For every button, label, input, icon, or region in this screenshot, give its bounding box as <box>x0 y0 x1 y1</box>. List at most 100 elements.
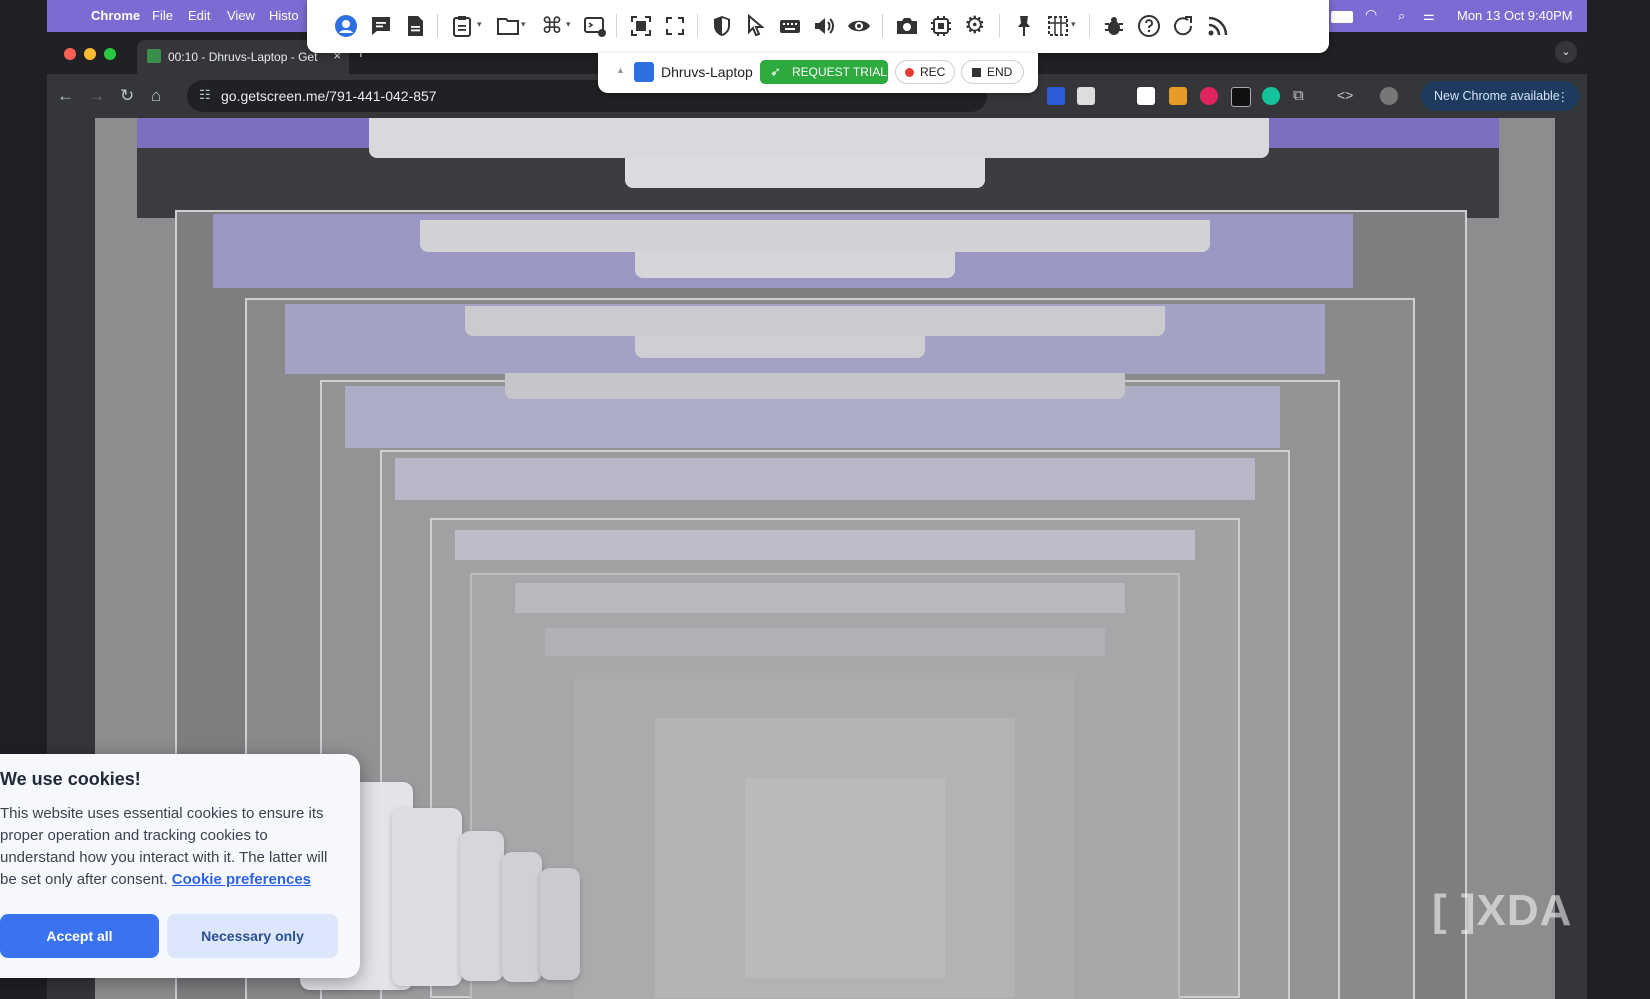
extension-6-icon[interactable] <box>1231 87 1251 107</box>
bug-icon[interactable] <box>1102 14 1126 38</box>
shield-icon[interactable] <box>710 14 734 38</box>
rocket-icon: ➶ <box>770 64 781 79</box>
toolbar-divider <box>882 14 883 38</box>
stop-square-icon <box>972 68 981 77</box>
chat-icon[interactable] <box>369 14 393 38</box>
menu-history[interactable]: Histo <box>269 8 299 23</box>
eye-icon[interactable] <box>847 14 871 38</box>
necessary-only-button[interactable]: Necessary only <box>167 914 338 958</box>
record-button[interactable]: REC <box>895 60 955 84</box>
ghost-cookie-card <box>502 852 542 982</box>
rec-label: REC <box>920 65 946 79</box>
rss-icon[interactable] <box>1206 14 1230 38</box>
kebab-menu-icon[interactable]: ⋮ <box>1557 89 1570 104</box>
back-button[interactable]: ← <box>57 86 74 106</box>
chip-icon[interactable] <box>929 14 953 38</box>
minimize-window-button[interactable] <box>84 48 96 60</box>
update-label: New Chrome available <box>1434 89 1560 103</box>
user-icon[interactable] <box>334 14 358 38</box>
trial-label: REQUEST TRIAL <box>792 65 887 79</box>
keyboard-icon[interactable] <box>778 14 802 38</box>
menu-view[interactable]: View <box>227 8 255 23</box>
clipboard-icon[interactable] <box>450 14 474 38</box>
battery-icon[interactable] <box>1331 11 1353 23</box>
extension-4-icon[interactable] <box>1169 87 1187 105</box>
toolbar-divider <box>697 14 698 38</box>
grid-chevron-down-icon[interactable]: ▾ <box>1071 19 1076 30</box>
nested-getscreen-subbar <box>625 158 985 188</box>
pinterest-icon[interactable] <box>1200 87 1218 105</box>
spotlight-icon[interactable]: ⌕ <box>1398 8 1405 24</box>
fit-screen-icon[interactable] <box>629 14 653 38</box>
end-session-button[interactable]: END <box>961 60 1024 84</box>
cookie-preferences-link[interactable]: Cookie preferences <box>172 871 311 888</box>
grid-icon[interactable] <box>1046 14 1070 38</box>
xda-watermark-logo: [ ]XDA <box>1432 886 1573 935</box>
xda-watermark-text: XDA <box>1476 886 1573 935</box>
toolbar-divider <box>999 14 1000 38</box>
volume-icon[interactable] <box>812 14 836 38</box>
tab-search-chevron-icon[interactable]: ⌄ <box>1555 41 1577 63</box>
extension-1-icon[interactable] <box>1047 87 1065 105</box>
extension-3-icon[interactable] <box>1137 87 1155 105</box>
notion-icon[interactable] <box>1077 87 1095 105</box>
getscreen-toolbar: ▾ ▾ ⌘ ▾ ⚙ ▾ <box>307 0 1329 53</box>
menu-edit[interactable]: Edit <box>188 8 210 23</box>
command-chevron-down-icon[interactable]: ▾ <box>566 19 571 30</box>
close-window-button[interactable] <box>64 48 76 60</box>
cursor-icon[interactable] <box>744 13 768 38</box>
nested-getscreen-toolbar <box>369 118 1269 158</box>
grammarly-icon[interactable] <box>1262 87 1280 105</box>
site-info-icon[interactable]: ☷ <box>199 87 211 103</box>
devtools-code-icon[interactable]: <> <box>1337 87 1355 105</box>
collapse-arrow-icon[interactable]: ▲ <box>616 65 625 75</box>
gear-icon[interactable]: ⚙ <box>964 14 988 38</box>
getscreen-logo-icon <box>634 62 654 82</box>
nested-depth-gradient-3 <box>745 778 945 978</box>
device-name: Dhruvs-Laptop <box>661 64 753 80</box>
extensions-puzzle-icon[interactable]: ⧉ <box>1293 87 1311 105</box>
cookie-text-block: This website uses essential cookies to e… <box>0 803 330 891</box>
zoom-window-button[interactable] <box>104 48 116 60</box>
file-icon[interactable] <box>403 14 427 38</box>
nested-toolbar-smear-2 <box>455 530 1195 560</box>
profile-avatar[interactable] <box>1380 87 1398 105</box>
menu-clock[interactable]: Mon 13 Oct 9:40PM <box>1457 8 1573 23</box>
refresh-icon[interactable] <box>1171 14 1195 38</box>
camera-icon[interactable] <box>895 14 919 38</box>
nested-getscreen-toolbar-3 <box>465 306 1165 336</box>
toolbar-divider <box>1089 14 1090 38</box>
help-icon[interactable] <box>1137 14 1161 38</box>
menu-app-name[interactable]: Chrome <box>91 8 140 23</box>
getscreen-favicon <box>147 49 161 63</box>
nested-getscreen-toolbar-4 <box>505 373 1125 399</box>
nested-getscreen-subbar-2 <box>635 252 955 278</box>
cookie-banner: We use cookies! This website uses essent… <box>0 754 360 978</box>
ghost-cookie-card <box>540 868 580 980</box>
end-label: END <box>987 65 1013 79</box>
nested-toolbar-smear <box>395 458 1255 500</box>
request-trial-button[interactable]: ➶ REQUEST TRIAL <box>760 60 888 84</box>
control-center-icon[interactable]: ⚌ <box>1423 8 1435 24</box>
pin-icon[interactable] <box>1012 14 1036 38</box>
getscreen-session-bar: ▲ Dhruvs-Laptop ➶ REQUEST TRIAL REC END <box>598 53 1038 93</box>
toolbar-divider <box>616 14 617 38</box>
command-icon[interactable]: ⌘ <box>541 14 565 38</box>
folder-icon[interactable] <box>496 14 520 38</box>
menu-file[interactable]: File <box>152 8 173 23</box>
fullscreen-icon[interactable] <box>663 14 687 38</box>
forward-button[interactable]: → <box>88 86 105 106</box>
clipboard-chevron-down-icon[interactable]: ▾ <box>477 19 482 30</box>
nested-getscreen-toolbar-2 <box>420 220 1210 252</box>
address-url[interactable]: go.getscreen.me/791-441-042-857 <box>221 88 437 104</box>
home-button[interactable]: ⌂ <box>151 86 161 106</box>
nested-toolbar-smear-4 <box>545 628 1105 656</box>
record-dot-icon <box>905 68 914 77</box>
terminal-icon[interactable] <box>583 14 607 38</box>
accept-all-button[interactable]: Accept all <box>0 914 159 958</box>
reload-button[interactable]: ↻ <box>120 86 134 106</box>
folder-chevron-down-icon[interactable]: ▾ <box>521 19 526 30</box>
tab-title: 00:10 - Dhruvs-Laptop - Get <box>168 50 318 64</box>
wifi-icon[interactable]: ◠ <box>1365 6 1377 23</box>
chrome-update-button[interactable]: New Chrome available ⋮ <box>1421 81 1579 111</box>
